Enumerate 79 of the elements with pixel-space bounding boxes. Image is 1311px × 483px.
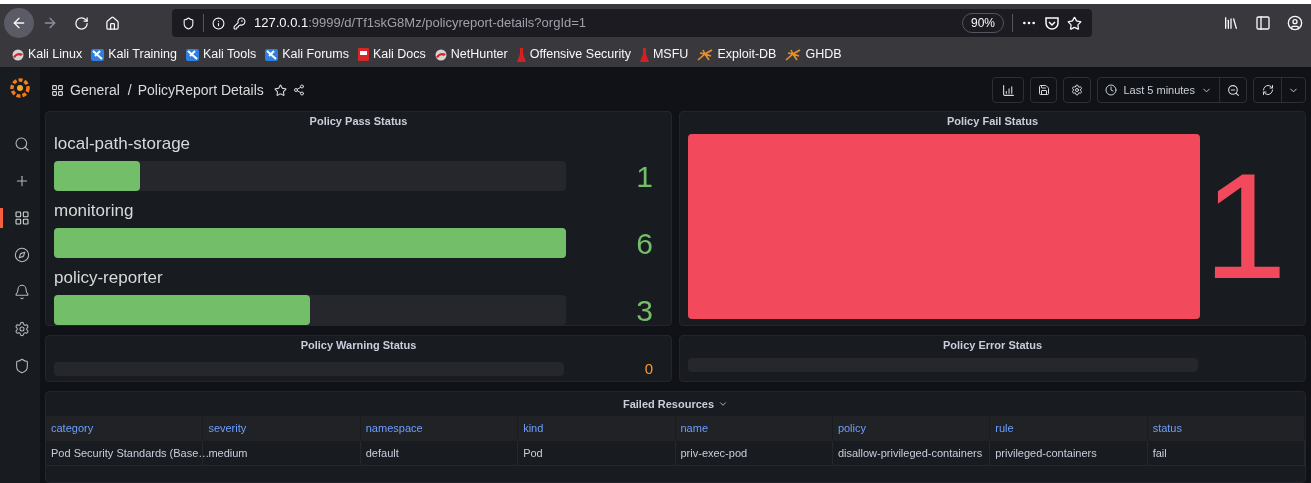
star-icon[interactable] xyxy=(273,83,287,97)
bookmark-link[interactable]: Kali Tools xyxy=(203,45,257,64)
key-icon xyxy=(233,16,246,30)
back-button[interactable] xyxy=(4,8,34,38)
library-icon[interactable] xyxy=(1223,15,1239,31)
column-header[interactable]: status xyxy=(1147,416,1305,441)
share-icon[interactable] xyxy=(292,84,305,96)
table-cell: fail xyxy=(1147,441,1305,465)
gauge-label: monitoring xyxy=(54,200,135,221)
panel-title: Policy Error Status xyxy=(941,338,1043,353)
tool-icon xyxy=(91,48,105,61)
flask-icon xyxy=(639,47,649,62)
tool-icon xyxy=(265,48,279,61)
breadcrumb-separator: / xyxy=(127,80,132,100)
bookmark-link[interactable]: Exploit-DB xyxy=(717,45,777,64)
shield-icon[interactable] xyxy=(182,16,195,30)
panel-title: Policy Fail Status xyxy=(945,114,1040,129)
column-header[interactable]: rule xyxy=(990,416,1148,441)
table-cell: default xyxy=(360,441,519,465)
account-icon[interactable] xyxy=(1287,15,1303,31)
table-cell: privileged-containers xyxy=(990,441,1148,465)
tool-icon xyxy=(186,48,199,61)
bookmark-link[interactable]: Kali Docs xyxy=(372,45,426,64)
info-icon[interactable] xyxy=(212,16,225,30)
table-cell: disallow-privileged-containers xyxy=(832,441,991,465)
grafana-logo[interactable] xyxy=(10,78,30,98)
breadcrumb-title[interactable]: PolicyReport Details xyxy=(137,79,264,101)
forward-icon[interactable] xyxy=(42,15,58,31)
back-icon xyxy=(11,15,27,31)
bookmark-link[interactable]: NetHunter xyxy=(450,45,508,64)
reload-icon[interactable] xyxy=(74,15,89,31)
book-icon xyxy=(357,48,369,61)
settings-icon xyxy=(1071,84,1084,96)
gauge-label: policy-reporter xyxy=(54,267,164,288)
home-icon[interactable] xyxy=(105,15,120,31)
bar-chart-icon xyxy=(1001,83,1015,97)
bookmark-link[interactable]: MSFU xyxy=(652,45,689,64)
zoom-out-icon xyxy=(1226,83,1240,97)
panel-title[interactable]: Failed Resources xyxy=(622,395,715,413)
clock-icon xyxy=(1105,84,1118,96)
gauge-value: 0 xyxy=(644,358,653,379)
breadcrumb-folder[interactable]: General xyxy=(70,79,120,101)
gauge-value: 1 xyxy=(1203,151,1287,302)
column-header[interactable]: severity xyxy=(203,416,361,441)
panel-title: Policy Pass Status xyxy=(308,114,409,129)
table-cell: Pod xyxy=(518,441,676,465)
settings-icon xyxy=(13,321,30,337)
add-panel-button[interactable] xyxy=(992,77,1025,103)
url-text: 127.0.0.1:9999/d/Tf1skG8Mz/policyreport-details?orgId=1 xyxy=(254,14,588,33)
shield-icon xyxy=(13,358,30,374)
refresh-icon xyxy=(1261,84,1274,96)
gauge-value: 6 xyxy=(636,225,653,262)
gauge-label: local-path-storage xyxy=(54,133,192,154)
bookmark-link[interactable]: Kali Linux xyxy=(28,45,83,64)
table-cell: priv-exec-pod xyxy=(675,441,833,465)
gauge-value: 1 xyxy=(636,158,653,195)
flask-icon xyxy=(516,47,526,62)
column-header[interactable]: name xyxy=(675,416,833,441)
bookmark-link[interactable]: GHDB xyxy=(805,45,842,64)
grid-icon xyxy=(51,83,64,97)
panel-title: Policy Warning Status xyxy=(299,338,418,353)
bookmark-link[interactable]: Offensive Security xyxy=(529,45,631,64)
save-button[interactable] xyxy=(1030,77,1058,103)
sidebar-icon[interactable] xyxy=(1255,15,1271,31)
chevron-icon[interactable] xyxy=(718,399,729,409)
address-bar[interactable]: 127.0.0.1:9999/d/Tf1skG8Mz/policyreport-details?orgId=1 90% xyxy=(172,9,1092,37)
column-header[interactable]: namespace xyxy=(360,416,519,441)
pocket-icon[interactable] xyxy=(1045,16,1059,30)
grid-icon xyxy=(13,210,30,226)
column-header[interactable]: policy xyxy=(832,416,991,441)
column-header[interactable]: category xyxy=(46,416,204,441)
compass-icon xyxy=(13,247,30,263)
bookmark-link[interactable]: Kali Training xyxy=(108,45,177,64)
bell-icon xyxy=(13,284,30,300)
gauge-value: 3 xyxy=(636,292,653,329)
column-header[interactable]: kind xyxy=(518,416,676,441)
search-icon xyxy=(13,136,30,152)
bookmark-link[interactable]: Kali Forums xyxy=(282,45,349,64)
settings-button[interactable] xyxy=(1063,77,1092,103)
